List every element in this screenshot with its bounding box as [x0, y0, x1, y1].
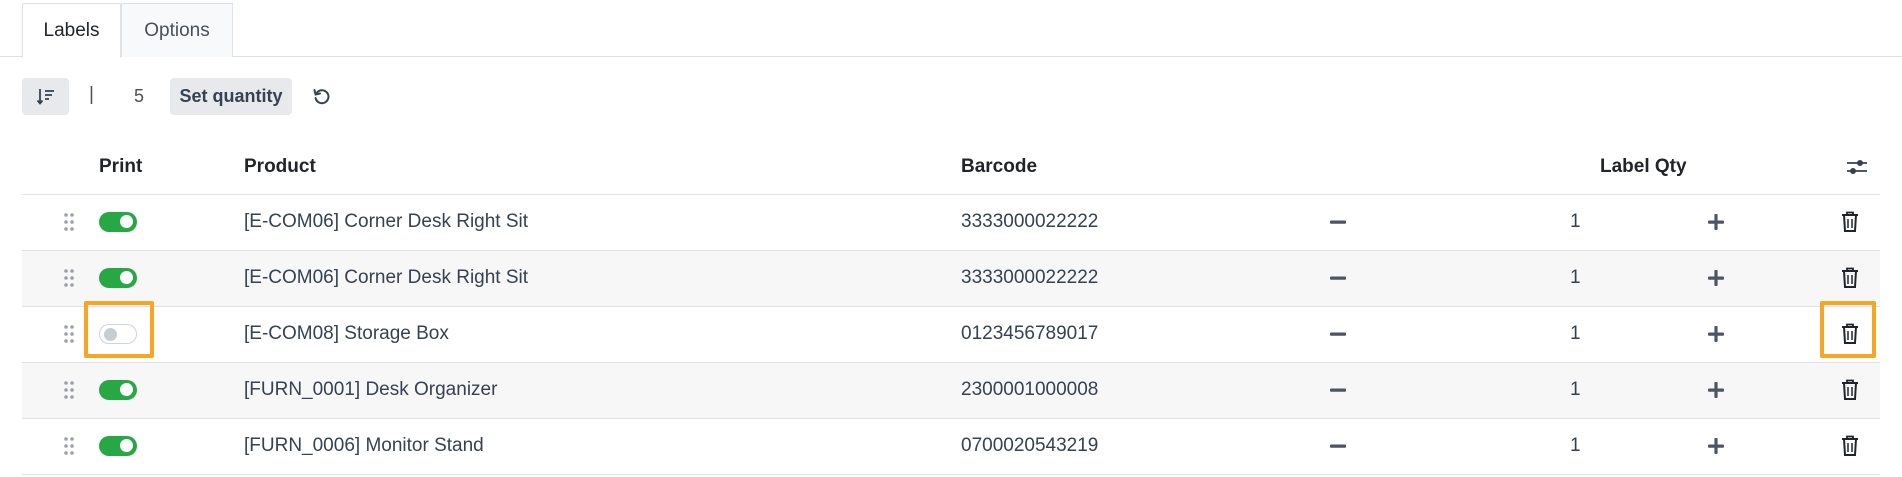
- sort-descending-icon: [36, 88, 54, 105]
- product-name: [FURN_0001] Desk Organizer: [244, 379, 498, 400]
- increase-quantity-icon[interactable]: [1706, 324, 1726, 344]
- header-barcode[interactable]: Barcode: [961, 156, 1037, 178]
- decrease-quantity-icon[interactable]: [1328, 436, 1348, 456]
- barcode-value: 2300001000008: [961, 379, 1099, 400]
- header-label-qty[interactable]: Label Qty: [1600, 156, 1687, 178]
- product-name: [E-COM08] Storage Box: [244, 323, 449, 344]
- toolbar: | 5 Set quantity: [0, 78, 1902, 118]
- trash-icon[interactable]: [1838, 377, 1862, 403]
- print-toggle[interactable]: [99, 268, 137, 288]
- drag-handle-icon[interactable]: [62, 211, 76, 233]
- tab-options[interactable]: Options: [121, 3, 233, 57]
- tab-bar: Labels Options: [0, 0, 1902, 58]
- increase-quantity-icon[interactable]: [1706, 380, 1726, 400]
- barcode-value: 3333000022222: [961, 267, 1099, 288]
- print-toggle[interactable]: [99, 212, 137, 232]
- barcode-value: 3333000022222: [961, 211, 1099, 232]
- decrease-quantity-icon[interactable]: [1328, 268, 1348, 288]
- table-header: Print Product Barcode Label Qty: [22, 143, 1880, 195]
- print-toggle[interactable]: [99, 436, 137, 456]
- header-product[interactable]: Product: [244, 156, 316, 178]
- product-name: [FURN_0006] Monitor Stand: [244, 435, 484, 456]
- toolbar-separator: |: [89, 84, 94, 105]
- drag-handle-icon[interactable]: [62, 267, 76, 289]
- labels-table: Print Product Barcode Label Qty [E-COM06…: [22, 143, 1880, 475]
- label-quantity-value[interactable]: 1: [1570, 211, 1581, 233]
- decrease-quantity-icon[interactable]: [1328, 212, 1348, 232]
- product-name: [E-COM06] Corner Desk Right Sit: [244, 267, 529, 288]
- table-row: [E-COM08] Storage Box 0123456789017 1: [22, 307, 1880, 363]
- column-settings-icon[interactable]: [1844, 154, 1870, 180]
- sort-button[interactable]: [22, 78, 69, 115]
- increase-quantity-icon[interactable]: [1706, 212, 1726, 232]
- reset-button[interactable]: [309, 84, 335, 110]
- highlight-print-toggle: [84, 301, 154, 358]
- decrease-quantity-icon[interactable]: [1328, 380, 1348, 400]
- label-quantity-value[interactable]: 1: [1570, 379, 1581, 401]
- tab-labels[interactable]: Labels: [22, 3, 121, 58]
- trash-icon[interactable]: [1838, 209, 1862, 235]
- toggle-knob: [120, 383, 133, 396]
- toggle-knob: [120, 215, 133, 228]
- toggle-knob: [120, 439, 133, 452]
- table-row: [E-COM06] Corner Desk Right Sit 33330000…: [22, 195, 1880, 251]
- barcode-value: 0123456789017: [961, 323, 1099, 344]
- toggle-knob: [120, 271, 133, 284]
- table-row: [E-COM06] Corner Desk Right Sit 33330000…: [22, 251, 1880, 307]
- quantity-value[interactable]: 5: [134, 86, 144, 107]
- header-print[interactable]: Print: [99, 156, 142, 178]
- print-toggle[interactable]: [99, 380, 137, 400]
- set-quantity-button[interactable]: Set quantity: [170, 78, 292, 115]
- table-row: [FURN_0001] Desk Organizer 2300001000008…: [22, 363, 1880, 419]
- drag-handle-icon[interactable]: [62, 323, 76, 345]
- table-row: [FURN_0006] Monitor Stand 0700020543219 …: [22, 419, 1880, 475]
- drag-handle-icon[interactable]: [62, 379, 76, 401]
- trash-icon[interactable]: [1838, 265, 1862, 291]
- drag-handle-icon[interactable]: [62, 435, 76, 457]
- decrease-quantity-icon[interactable]: [1328, 324, 1348, 344]
- highlight-delete-button: [1820, 301, 1876, 358]
- product-name: [E-COM06] Corner Desk Right Sit: [244, 211, 529, 232]
- increase-quantity-icon[interactable]: [1706, 436, 1726, 456]
- increase-quantity-icon[interactable]: [1706, 268, 1726, 288]
- barcode-value: 0700020543219: [961, 435, 1099, 456]
- trash-icon[interactable]: [1838, 433, 1862, 459]
- reset-icon: [313, 89, 330, 105]
- label-quantity-value[interactable]: 1: [1570, 323, 1581, 345]
- label-quantity-value[interactable]: 1: [1570, 435, 1581, 457]
- label-quantity-value[interactable]: 1: [1570, 267, 1581, 289]
